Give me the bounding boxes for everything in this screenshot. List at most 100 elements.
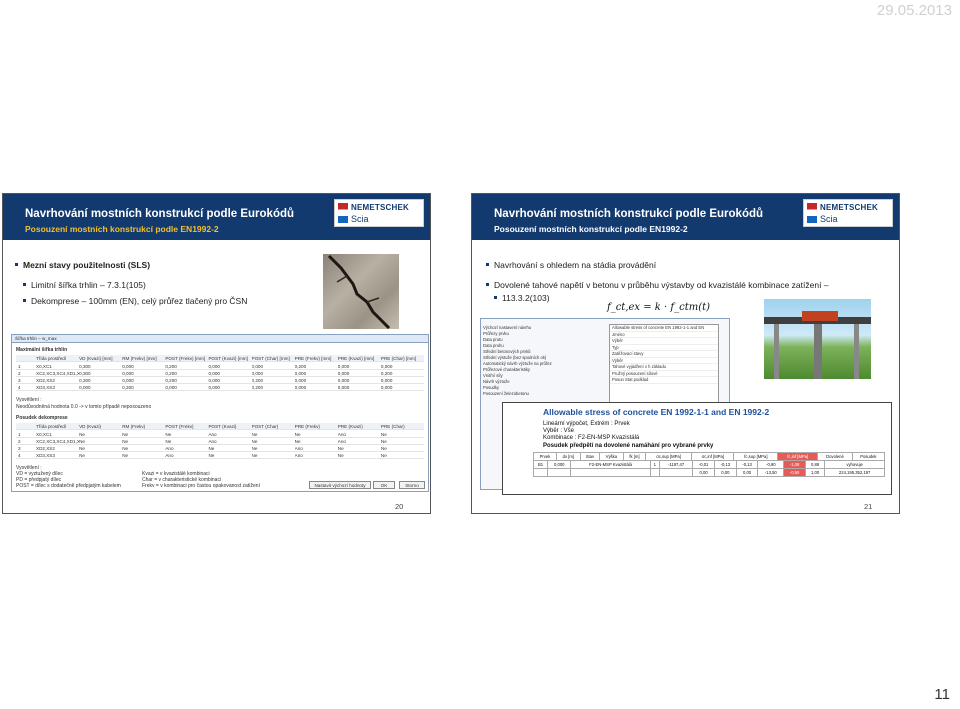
row-number: 2 bbox=[18, 439, 21, 444]
table-cell: B1 bbox=[532, 460, 549, 469]
table-cell: -13,50 bbox=[757, 468, 785, 477]
header-cell: POST (Char) bbox=[251, 424, 279, 429]
report-line: Výběr : Vše bbox=[543, 428, 575, 434]
table-cell: 0,000 bbox=[79, 385, 91, 390]
table-cell: Ne bbox=[122, 439, 129, 444]
nemetschek-logo: NEMETSCHEK Scia bbox=[334, 199, 424, 227]
table-cell: Ne bbox=[122, 446, 129, 451]
table-cell: 0,200 bbox=[251, 385, 264, 390]
table-cell: 0,300 bbox=[122, 385, 134, 390]
report-heading: Posudek předpětí na dovolené namáhání pr… bbox=[543, 443, 714, 449]
table-cell: Ne bbox=[79, 439, 85, 444]
bullet-construction-stages: Navrhování s ohledem na stádia provádění bbox=[485, 260, 657, 270]
table-row[interactable]: 1 X0,XC1 0,300 0,000 0,200 0,000 0,000 0,200 0,0… bbox=[16, 363, 424, 370]
document-page: 29.05.2013 Navrhování mostních konstrukc… bbox=[0, 0, 960, 709]
table-cell: X0,XC1 bbox=[36, 432, 52, 437]
table-cell: Ne bbox=[251, 439, 258, 444]
table-row[interactable]: 1 X0,XC1 Ne Ne Ne Ano Ne Ne Ano Ne bbox=[16, 431, 424, 438]
table-cell: Ne bbox=[251, 432, 258, 437]
header-cell: POST (Kvazi) [mm] bbox=[208, 356, 248, 361]
legend-item: POST = dílec s dodatečně předpjatým kabe… bbox=[16, 483, 121, 489]
bridge-photo bbox=[764, 299, 871, 379]
header-cell: PRE (Kvazi) bbox=[337, 424, 363, 429]
table-cell: 0,88 bbox=[804, 460, 826, 469]
table-row[interactable]: 3 XD2,XS2 Ne Ne Ano Ne Ne Ano Ne Ne bbox=[16, 445, 424, 452]
logo-sub: Scia bbox=[820, 214, 838, 224]
table-cell: 0,000 bbox=[251, 371, 264, 376]
bullet-tensile-stress: Dovolené tahové napětí v betonu v průběh… bbox=[486, 280, 829, 290]
table-cell: Ne bbox=[79, 446, 85, 451]
table-cell: 0,300 bbox=[79, 364, 91, 369]
slide-title: Navrhování mostních konstrukcí podle Eur… bbox=[494, 208, 764, 220]
section-max-crack: Maximální šířka trhlin bbox=[16, 347, 68, 353]
table-cell: Ano bbox=[294, 446, 303, 451]
table-cell: -0,01 bbox=[692, 460, 715, 469]
header-cell: POST (Kvazi) bbox=[208, 424, 237, 429]
bullet-clause: 113.3.2(103) bbox=[494, 293, 550, 303]
table-row[interactable]: 2 XC2,XC3,XC4,XD1,XS10,300 0,000 0,200 0,000… bbox=[16, 370, 424, 377]
bullet-sls: Mezní stavy použitelnosti (SLS) bbox=[14, 260, 151, 270]
table-row[interactable]: 2XC2,XC3,XC4,XD1,XS1NeNeNeAnoNeNeAnoNe bbox=[16, 438, 424, 445]
table-cell: Ne bbox=[380, 432, 387, 437]
table-row[interactable]: 4 XD3,XS3 0,000 0,300 0,000 0,000 0,200 0,000 0,… bbox=[16, 384, 424, 391]
table-cell: 1,00 bbox=[804, 468, 826, 477]
header-cell: PRE (Frekv) [mm] bbox=[294, 356, 332, 361]
set-defaults-button[interactable]: Nastavit výchozí hodnoty bbox=[309, 481, 371, 489]
table-row[interactable]: B1 0,000 F2-EN-MSP Kvazistálá 1 -1197,47 -0,0… bbox=[532, 460, 885, 469]
header-cell: Třída prostředí bbox=[36, 356, 67, 361]
ok-button[interactable]: OK bbox=[373, 481, 395, 489]
table-cell: 0,200 bbox=[165, 364, 177, 369]
table-cell: Ne bbox=[337, 446, 344, 451]
table-header-row: Třída prostředí VD (Kvazi) RM (Frekv) PO… bbox=[16, 423, 424, 430]
stress-table-body: B1 0,000 F2-EN-MSP Kvazistálá 1 -1197,47 -0,0… bbox=[532, 460, 885, 477]
note-label: Vysvětlení : bbox=[16, 397, 42, 403]
table-row[interactable]: 4 XD3,XS3 Ne Ne Ano Ne Ne Ano Ne Ne bbox=[16, 452, 424, 459]
table-row[interactable]: 3 XD2,XS2 0,300 0,000 0,200 0,000 0,200 0,000 0,… bbox=[16, 377, 424, 384]
slide-number: 21 bbox=[864, 502, 873, 511]
navigation-tree: Výchozí nastavení návrhu Průřezy prvku D… bbox=[483, 325, 603, 397]
table-cell: XD3,XS3 bbox=[36, 453, 55, 458]
table-cell: XD2,XS2 bbox=[36, 378, 55, 383]
table-row[interactable]: 0,00 0,00 0,00 -13,50 -0,90 1,00 224,195,352,1… bbox=[532, 468, 885, 477]
table-cell: Ano bbox=[294, 453, 303, 458]
header-cell: VD (Kvazi) [mm] bbox=[79, 356, 113, 361]
table-cell: 0,000 bbox=[337, 378, 350, 383]
table-cell: Ne bbox=[294, 432, 301, 437]
table-cell: 0,00 bbox=[692, 468, 715, 477]
bullet-decompression: Dekomprese – 100mm (EN), celý průřez tla… bbox=[22, 296, 248, 306]
table-cell: Ne bbox=[294, 439, 301, 444]
table-cell: 0,000 bbox=[208, 385, 220, 390]
slide-20: Navrhování mostních konstrukcí podle Eur… bbox=[2, 193, 431, 514]
table-cell bbox=[547, 468, 572, 477]
table-cell: 0,000 bbox=[122, 364, 134, 369]
table-cell: Ne bbox=[380, 453, 387, 458]
table-cell: Ano bbox=[165, 453, 174, 458]
table-cell: 0,000 bbox=[337, 371, 350, 376]
table-cell: Ne bbox=[251, 453, 258, 458]
table-cell: X0,XC1 bbox=[36, 364, 52, 369]
tree-item[interactable]: Posouzení železobetonu bbox=[483, 391, 603, 397]
table-cell: Ano bbox=[337, 439, 346, 444]
cancel-button[interactable]: Storno bbox=[399, 481, 425, 489]
table-cell: 0,000 bbox=[380, 364, 393, 369]
table-cell: 0,000 bbox=[122, 371, 134, 376]
slide-number: 20 bbox=[395, 502, 404, 511]
table-cell: Ne bbox=[122, 432, 129, 437]
header-cell: Třída prostředí bbox=[36, 424, 67, 429]
table-cell: Ne bbox=[208, 453, 215, 458]
logo-sub: Scia bbox=[351, 214, 369, 224]
table-cell bbox=[532, 468, 549, 477]
table-cell: Ne bbox=[79, 453, 85, 458]
report-line: Lineární výpočet, Extrém : Prvek bbox=[543, 421, 630, 427]
logo-mark-icon bbox=[807, 203, 817, 223]
table-cell: -1,08 bbox=[783, 460, 806, 469]
table-cell: 0,200 bbox=[251, 378, 264, 383]
table-cell: Ne bbox=[337, 453, 344, 458]
table-cell: 0,000 bbox=[547, 460, 572, 469]
properties-panel: Allowable stress of concrete EN 1992-1-1… bbox=[609, 324, 719, 414]
report-line: Kombinace : F2-EN-MSP Kvazistálá bbox=[543, 435, 640, 441]
legend-item: Frekv = v kombinaci pro častou opakovano… bbox=[142, 483, 260, 489]
table-cell: Ano bbox=[208, 439, 217, 444]
property-row[interactable]: Posun Stat podklad bbox=[610, 377, 718, 384]
dialog-titlebar: Šířka trhlin – w_max bbox=[12, 335, 428, 343]
